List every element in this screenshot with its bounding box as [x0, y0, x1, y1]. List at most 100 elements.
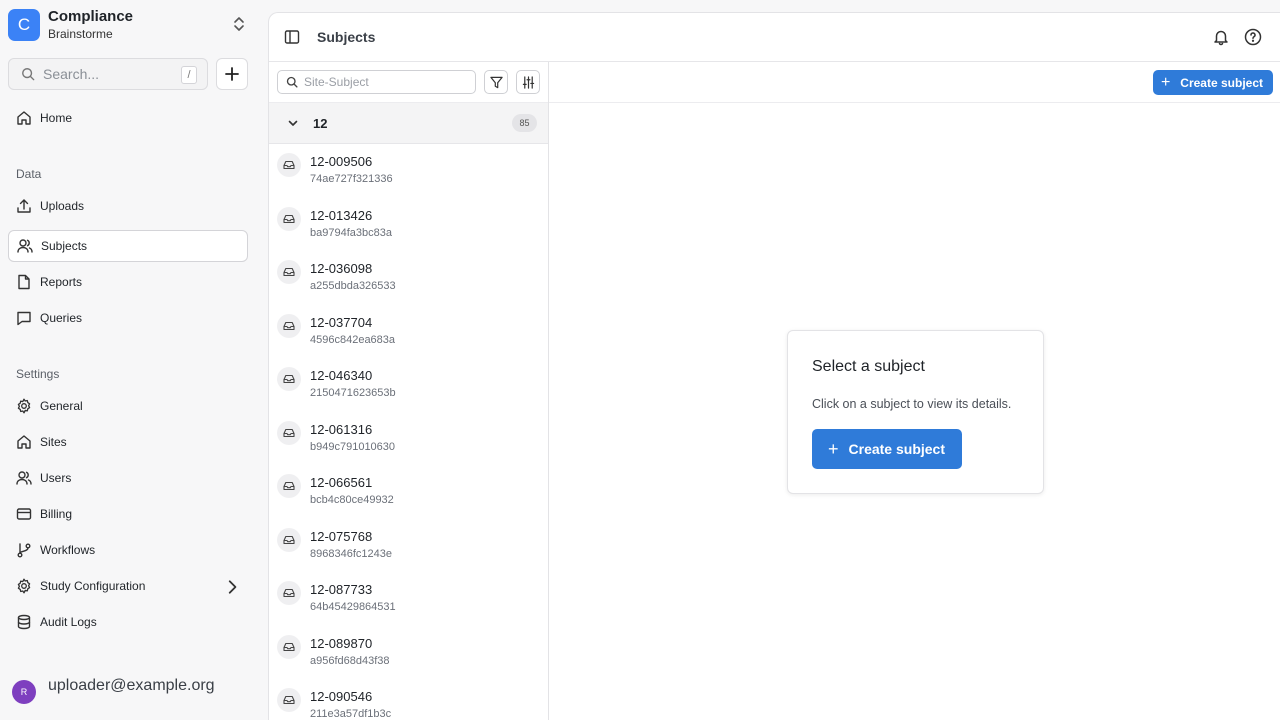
sidebar-item-subjects[interactable]: Subjects [8, 230, 248, 262]
sidebar-item-general[interactable]: General [8, 390, 248, 422]
chevrons-up-down-icon [234, 17, 244, 31]
subject-hash: 8968346fc1243e [310, 547, 392, 560]
sidebar-item-home[interactable]: Home [8, 102, 248, 134]
inbox-icon [277, 474, 301, 498]
subject-id: 12-087733 [310, 582, 373, 597]
inbox-icon [277, 153, 301, 177]
subject-hash: 64b45429864531 [310, 601, 396, 613]
sidebar-item-billing[interactable]: Billing [8, 498, 248, 530]
page-title: Subjects [317, 29, 376, 45]
org-logo: C [8, 9, 40, 41]
list-item[interactable]: 12-013426 ba9794fa3bc83a [269, 198, 548, 252]
site-subject-search-input[interactable]: Site-Subject [277, 70, 476, 94]
file-icon [18, 274, 30, 290]
list-item[interactable]: 12-036098 a255dbda326533 [269, 251, 548, 305]
list-item[interactable]: 12-046340 2150471623653b [269, 358, 548, 412]
list-search-placeholder: Site-Subject [304, 75, 369, 89]
sidebar-item-workflows[interactable]: Workflows [8, 534, 248, 566]
subject-hash: 4596c842ea683a [310, 333, 396, 346]
sidebar-item-queries[interactable]: Queries [8, 302, 248, 334]
git-branch-icon [17, 543, 31, 558]
sidebar-toggle-icon[interactable] [284, 29, 300, 45]
filter-button[interactable] [484, 70, 508, 94]
upload-icon [17, 199, 31, 213]
home-icon [17, 435, 31, 449]
database-icon [17, 614, 31, 630]
inbox-icon [277, 313, 301, 338]
subject-id: 12-009506 [310, 154, 373, 169]
user-menu[interactable]: R uploader@example.org [12, 668, 215, 704]
list-item[interactable]: 12-089870 a956fd68d43f38 [269, 626, 548, 680]
view-settings-button[interactable] [516, 70, 540, 94]
help-icon[interactable] [1244, 28, 1262, 46]
subject-id: 12-036098 [310, 261, 373, 276]
gear-icon [17, 578, 31, 594]
subject-hash: a956fd68d43f38 [310, 654, 390, 667]
main-panel: Subjects Site-Subject 12 85 12-009506 74a… [268, 12, 1280, 720]
avatar: R [12, 680, 36, 704]
subject-id: 12-089870 [310, 635, 373, 651]
subject-hash: bcb4c80ce49932 [310, 494, 394, 506]
create-subject-button-main[interactable]: + Create subject [812, 429, 962, 469]
subject-list-column: Site-Subject 12 85 12-009506 74ae727f3213… [269, 62, 549, 720]
users-icon [16, 471, 32, 485]
add-button[interactable] [216, 58, 248, 90]
subject-id: 12-066561 [310, 475, 373, 490]
top-bar: Subjects [269, 13, 1280, 62]
sidebar-item-sites[interactable]: Sites [8, 426, 248, 458]
group-count-badge: 85 [512, 114, 537, 132]
sidebar-item-study-configuration[interactable]: Study Configuration [8, 570, 248, 602]
subject-id: 12-046340 [310, 368, 373, 383]
subject-id: 12-090546 [310, 689, 373, 704]
list-item[interactable]: 12-087733 64b45429864531 [269, 572, 548, 626]
section-label-settings: Settings [16, 367, 60, 381]
chevron-right-icon [228, 580, 237, 594]
group-header[interactable]: 12 85 [269, 103, 548, 144]
plus-icon: + [1160, 73, 1171, 91]
sidebar-item-reports[interactable]: Reports [8, 266, 248, 298]
sidebar-item-uploads[interactable]: Uploads [8, 190, 248, 222]
empty-state-card: Select a subject Click on a subject to v… [787, 330, 1044, 494]
group-name: 12 [313, 116, 328, 131]
sidebar: C Compliance Brainstorme Search... / Hom… [0, 0, 268, 720]
list-item[interactable]: 12-037704 4596c842ea683a [269, 305, 548, 359]
create-subject-button[interactable]: + Create subject [1152, 70, 1273, 95]
search-placeholder: Search... [43, 66, 100, 82]
subject-hash: a255dbda326533 [310, 280, 396, 292]
search-shortcut: / [181, 66, 197, 84]
empty-state-title: Select a subject [812, 358, 925, 375]
gear-icon [17, 398, 31, 414]
empty-state-description: Click on a subject to view its details. [812, 397, 1012, 411]
subject-id: 12-013426 [310, 207, 373, 223]
org-name: Compliance [48, 8, 134, 25]
plus-icon: + [828, 439, 839, 459]
subject-hash: b949c791010630 [310, 440, 396, 453]
org-subtitle: Brainstorme [48, 27, 113, 41]
list-item[interactable]: 12-066561 bcb4c80ce49932 [269, 465, 548, 519]
inbox-icon [277, 581, 301, 605]
sliders-icon [522, 75, 534, 89]
list-item[interactable]: 12-075768 8968346fc1243e [269, 519, 548, 573]
chevron-down-icon [288, 120, 298, 126]
list-item[interactable]: 12-009506 74ae727f321336 [269, 144, 548, 198]
bell-icon[interactable] [1212, 28, 1230, 46]
inbox-icon [277, 634, 301, 659]
subject-id: 12-037704 [310, 314, 373, 330]
plus-icon [225, 67, 239, 81]
subject-hash: 2150471623653b [310, 387, 396, 399]
sidebar-item-audit-logs[interactable]: Audit Logs [8, 606, 248, 638]
message-icon [17, 311, 31, 326]
users-icon [17, 239, 33, 253]
search-icon [286, 76, 298, 88]
subject-rows: 12-009506 74ae727f321336 12-013426 ba9794fa… [269, 144, 548, 720]
subject-hash: ba9794fa3bc83a [310, 226, 392, 239]
subject-id: 12-075768 [310, 528, 373, 544]
org-switcher[interactable]: C Compliance Brainstorme [8, 8, 258, 42]
list-item[interactable]: 12-061316 b949c791010630 [269, 412, 548, 466]
search-input[interactable]: Search... / [8, 58, 208, 90]
home-icon [17, 111, 31, 125]
list-item[interactable]: 12-090546 211e3a57df1b3c [269, 679, 548, 720]
subject-id: 12-061316 [310, 421, 373, 437]
inbox-icon [277, 420, 301, 445]
sidebar-item-users[interactable]: Users [8, 462, 248, 494]
